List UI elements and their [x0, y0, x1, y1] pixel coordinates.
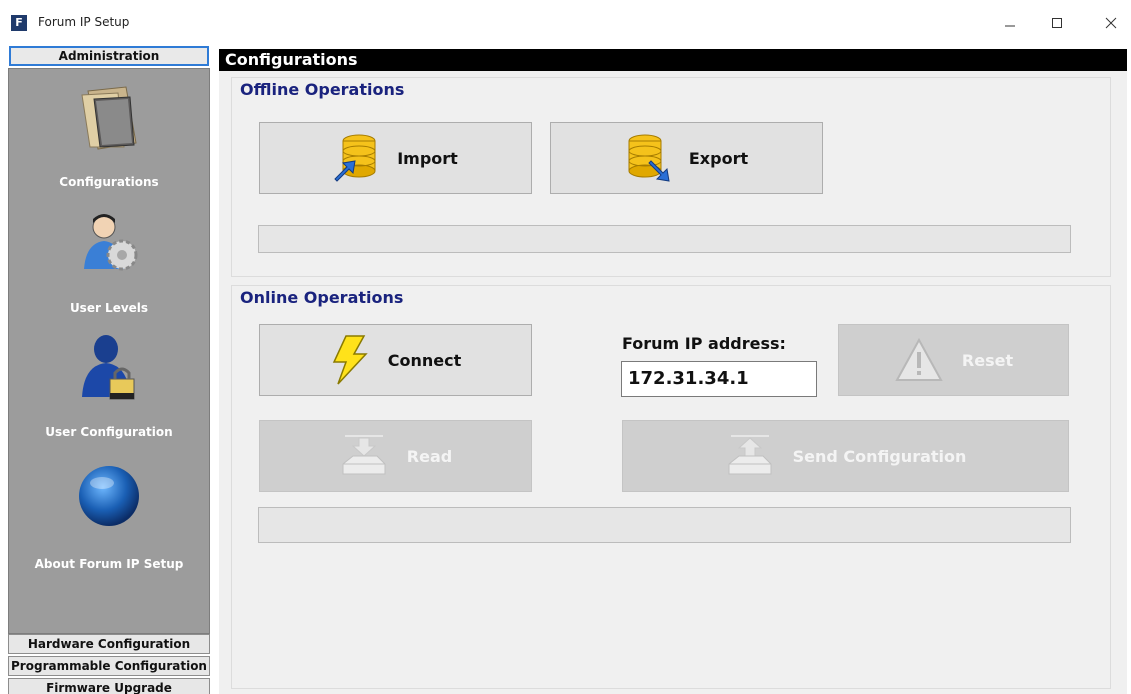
download-drive-icon: [342, 435, 386, 475]
sidebar-item-label: User Levels: [69, 301, 149, 315]
import-label: Import: [397, 148, 458, 168]
sidebar-header-administration[interactable]: Administration: [9, 46, 209, 66]
close-button[interactable]: [1097, 10, 1125, 36]
sidebar: Administration Configurations User Level…: [7, 44, 211, 694]
close-icon: [1105, 17, 1117, 29]
minimize-icon: [1005, 25, 1015, 27]
ip-address-field[interactable]: 172.31.34.1: [621, 361, 817, 397]
sidebar-item-label: User Configuration: [45, 425, 173, 439]
window-title: Forum IP Setup: [38, 15, 130, 29]
title-bar: F Forum IP Setup: [0, 0, 1131, 44]
sidebar-item-user-levels[interactable]: User Levels: [9, 205, 209, 325]
main-panel: Offline Operations Import Export Online …: [219, 71, 1127, 694]
folder-icon: [81, 86, 137, 150]
export-database-icon: [628, 134, 670, 182]
online-operations-group: Online Operations Connect Forum IP addre…: [231, 285, 1111, 689]
connect-label: Connect: [387, 350, 462, 370]
app-icon: F: [11, 15, 27, 31]
sidebar-item-label: Configurations: [59, 175, 159, 189]
online-progress-bar: [258, 507, 1071, 543]
read-label: Read: [406, 446, 453, 466]
tab-programmable-configuration[interactable]: Programmable Configuration: [8, 656, 210, 676]
ip-address-label: Forum IP address:: [622, 334, 786, 353]
online-operations-title: Online Operations: [240, 288, 404, 307]
import-button[interactable]: Import: [259, 122, 532, 194]
offline-operations-group: Offline Operations Import Export: [231, 77, 1111, 277]
sidebar-item-configurations[interactable]: Configurations: [9, 79, 209, 199]
read-button[interactable]: Read: [259, 420, 532, 492]
maximize-button[interactable]: [1043, 10, 1071, 36]
send-configuration-label: Send Configuration: [792, 446, 967, 466]
warning-icon: [895, 337, 943, 381]
sidebar-item-label: About Forum IP Setup: [34, 557, 184, 571]
export-label: Export: [688, 148, 749, 168]
reset-button[interactable]: Reset: [838, 324, 1069, 396]
connect-button[interactable]: Connect: [259, 324, 532, 396]
offline-operations-title: Offline Operations: [240, 80, 405, 99]
offline-progress-bar: [258, 225, 1071, 253]
sidebar-item-user-configuration[interactable]: User Configuration: [9, 329, 209, 449]
upload-drive-icon: [728, 435, 772, 475]
tab-firmware-upgrade[interactable]: Firmware Upgrade: [8, 678, 210, 694]
export-button[interactable]: Export: [550, 122, 823, 194]
lightning-icon: [332, 335, 368, 385]
maximize-icon: [1052, 18, 1062, 28]
reset-label: Reset: [961, 350, 1014, 370]
user-lock-icon: [82, 335, 135, 400]
import-database-icon: [334, 134, 376, 182]
sidebar-panel: Configurations User Levels User Configur…: [8, 68, 210, 634]
page-title: Configurations: [219, 49, 1127, 71]
sidebar-item-about[interactable]: About Forum IP Setup: [9, 457, 209, 577]
minimize-button[interactable]: [996, 10, 1024, 36]
user-gear-icon: [84, 214, 138, 271]
send-configuration-button[interactable]: Send Configuration: [622, 420, 1069, 492]
globe-icon: [79, 466, 139, 526]
tab-hardware-configuration[interactable]: Hardware Configuration: [8, 634, 210, 654]
